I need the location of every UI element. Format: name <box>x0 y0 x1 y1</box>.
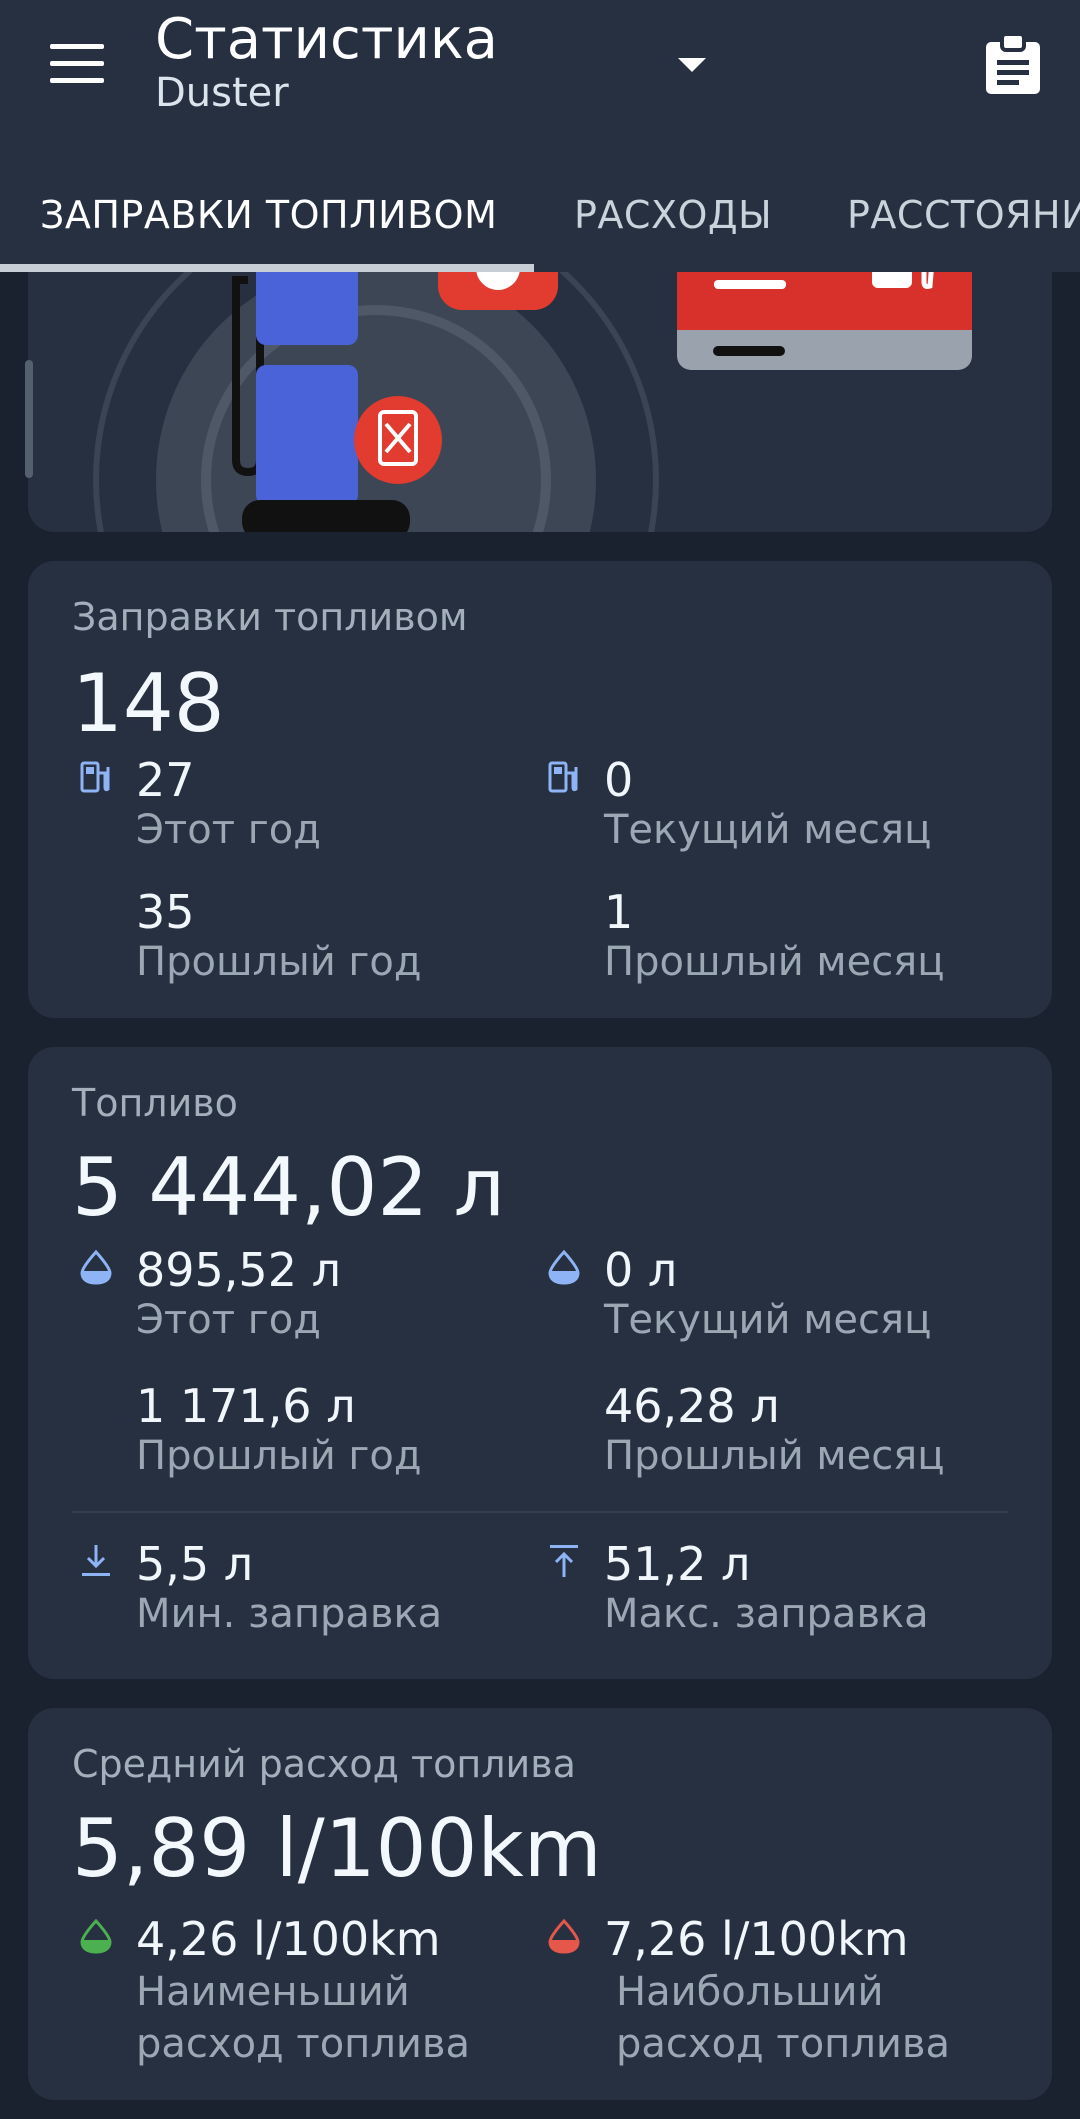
consumption-lowest-label: Наименьший расход топлива <box>136 1969 470 2067</box>
fuel-current-month-value: 0 л <box>604 1243 678 1297</box>
refuels-last-month-value: 1 <box>604 885 634 939</box>
fuel-current-month-label: Текущий месяц <box>604 1297 932 1343</box>
fuel-max-refuel-label: Макс. заправка <box>604 1591 929 1637</box>
scrollbar[interactable] <box>25 360 33 478</box>
app-bar: Статистика Duster ЗАПРАВКИ ТОПЛИВОМ РАСХ… <box>0 0 1080 272</box>
min-arrow-down-icon <box>82 1545 110 1576</box>
refuels-this-year-label: Этот год <box>136 807 321 853</box>
fuel-last-month-value: 46,28 л <box>604 1379 780 1433</box>
refuels-last-year-value: 35 <box>136 885 195 939</box>
vehicle-dropdown-icon[interactable] <box>678 58 706 72</box>
green-drop-icon <box>80 1918 112 1954</box>
fuel-last-year-value: 1 171,6 л <box>136 1379 356 1433</box>
fuel-this-year-label: Этот год <box>136 1297 321 1343</box>
consumption-lowest-value: 4,26 l/100km <box>136 1912 441 1966</box>
vehicle-name: Duster <box>155 70 289 116</box>
refuels-last-year-label: Прошлый год <box>136 939 422 985</box>
refuels-current-month-value: 0 <box>604 753 634 807</box>
fuel-pump-icon <box>548 761 578 793</box>
refuels-this-year-value: 27 <box>136 753 195 807</box>
active-tab-indicator <box>0 264 534 272</box>
fuel-this-year-value: 895,52 л <box>136 1243 341 1297</box>
fuel-min-refuel-label: Мин. заправка <box>136 1591 443 1637</box>
refuels-card: Заправки топливом 148 27 Этот год 0 Теку… <box>28 561 1052 1018</box>
fuel-min-refuel-value: 5,5 л <box>136 1537 254 1591</box>
page-title: Статистика <box>155 7 498 72</box>
tab-expenses[interactable]: РАСХОДЫ <box>574 180 772 272</box>
consumption-highest-label: Наибольший расход топлива <box>616 1969 950 2067</box>
refuels-label: Заправки топливом <box>72 595 468 639</box>
clipboard-icon[interactable] <box>986 34 1040 94</box>
menu-icon[interactable] <box>50 44 104 84</box>
fuel-last-year-label: Прошлый год <box>136 1433 422 1479</box>
consumption-label: Средний расход топлива <box>72 1742 576 1786</box>
consumption-average: 5,89 l/100km <box>72 1802 602 1895</box>
consumption-highest-value: 7,26 l/100km <box>604 1912 909 1966</box>
fuel-max-refuel-value: 51,2 л <box>604 1537 751 1591</box>
tab-bar: ЗАПРАВКИ ТОПЛИВОМ РАСХОДЫ РАССТОЯНИ <box>0 180 1080 272</box>
tab-distances[interactable]: РАССТОЯНИ <box>847 180 1080 272</box>
max-arrow-up-icon <box>550 1545 578 1577</box>
red-drop-icon <box>548 1918 580 1954</box>
refuels-total: 148 <box>72 657 225 750</box>
fuel-label: Топливо <box>72 1081 238 1125</box>
tab-refuels[interactable]: ЗАПРАВКИ ТОПЛИВОМ <box>40 180 497 272</box>
fuel-card: Топливо 5 444,02 л 895,52 л Этот год 0 л… <box>28 1047 1052 1679</box>
fuel-last-month-label: Прошлый месяц <box>604 1433 945 1479</box>
refuels-current-month-label: Текущий месяц <box>604 807 932 853</box>
fuel-total: 5 444,02 л <box>72 1141 505 1234</box>
consumption-card: Средний расход топлива 5,89 l/100km 4,26… <box>28 1708 1052 2100</box>
divider <box>72 1511 1008 1513</box>
fuel-pump-icon <box>80 761 110 793</box>
refuels-last-month-label: Прошлый месяц <box>604 939 945 985</box>
drop-icon <box>80 1249 112 1285</box>
drop-icon <box>548 1249 580 1285</box>
